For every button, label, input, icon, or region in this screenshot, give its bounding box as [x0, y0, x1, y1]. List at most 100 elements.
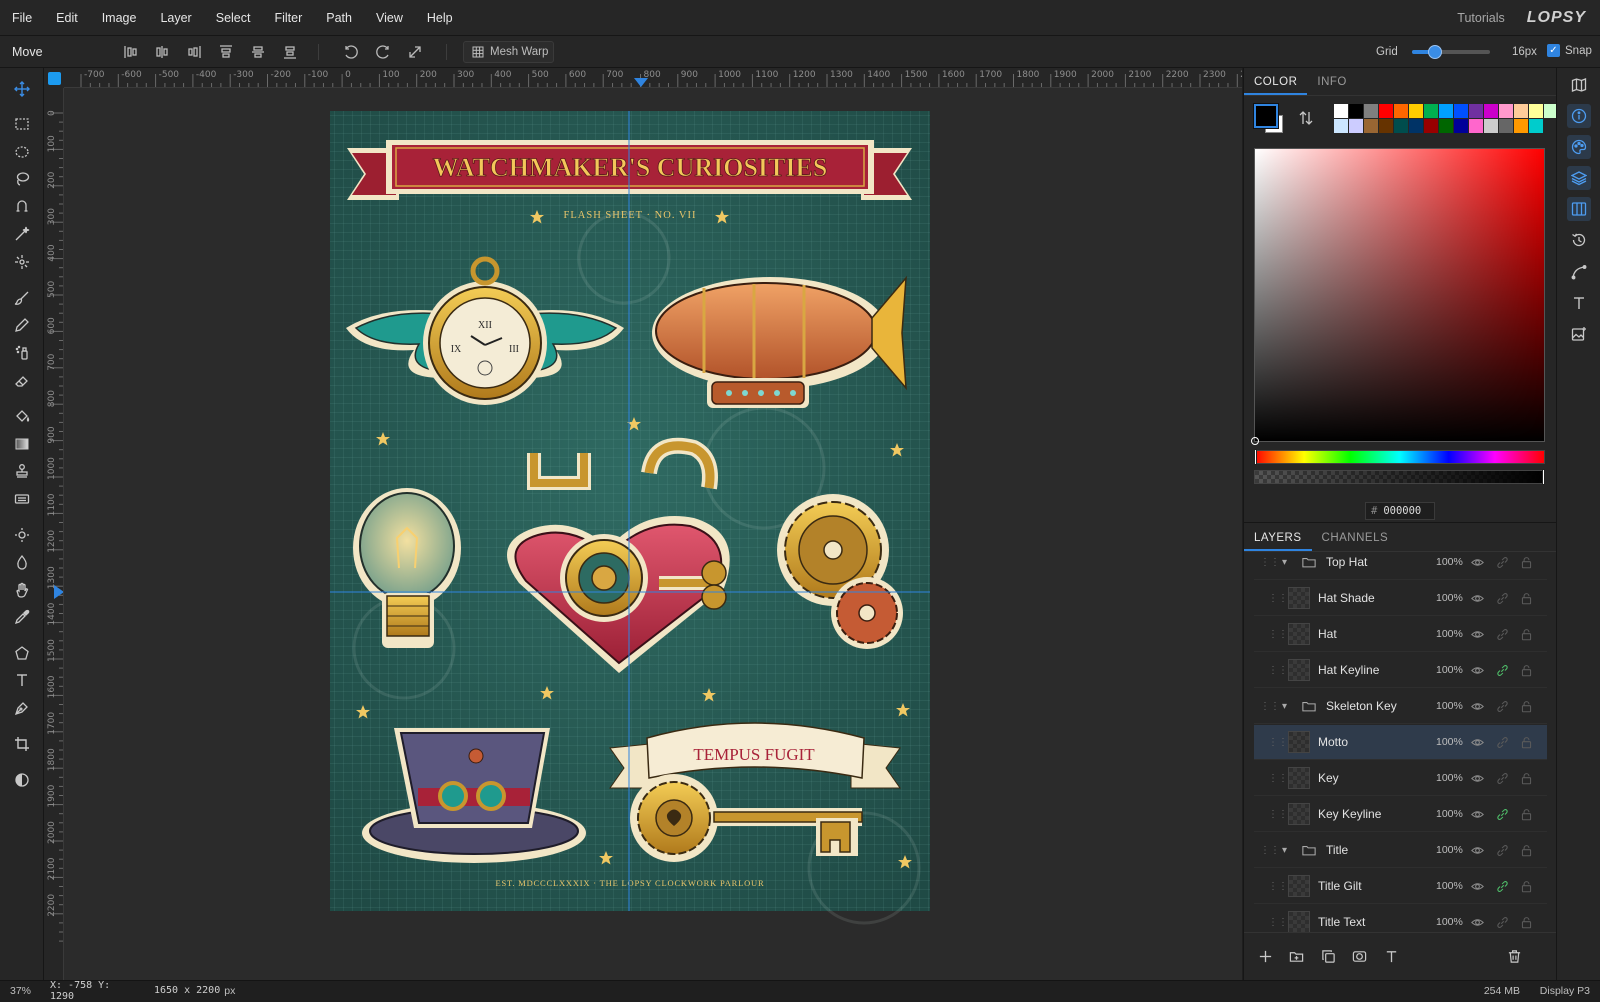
layer-row[interactable]: ⋮⋮ Hat Shade 100%	[1254, 581, 1547, 616]
mask-icon[interactable]	[1348, 945, 1370, 967]
layer-group-row[interactable]: ⋮⋮ ▾ Skeleton Key 100%	[1254, 689, 1547, 724]
link-icon[interactable]	[1495, 627, 1509, 641]
eye-icon[interactable]	[1470, 807, 1484, 821]
rotate-left-icon[interactable]	[341, 42, 361, 62]
info-icon[interactable]	[1567, 104, 1591, 128]
brush-icon[interactable]	[8, 285, 36, 311]
layer-group-row[interactable]: ⋮⋮ ▾ Top Hat 100%	[1254, 554, 1547, 580]
tab-info[interactable]: INFO	[1307, 68, 1356, 95]
layer-opacity[interactable]: 100%	[1436, 880, 1463, 892]
eye-icon[interactable]	[1470, 663, 1484, 677]
layer-thumbnail[interactable]	[1288, 659, 1310, 681]
drag-handle-icon[interactable]: ⋮⋮	[1268, 809, 1288, 820]
palette-icon[interactable]	[1567, 135, 1591, 159]
lock-icon[interactable]	[1519, 699, 1533, 713]
chevron-down-icon[interactable]: ▾	[1282, 557, 1294, 568]
align-right-icon[interactable]	[184, 42, 204, 62]
menu-view[interactable]: View	[364, 0, 415, 36]
lock-icon[interactable]	[1519, 627, 1533, 641]
layer-name[interactable]: Hat Keyline	[1318, 663, 1428, 677]
patch-icon[interactable]	[8, 486, 36, 512]
color-swatch[interactable]	[1394, 104, 1408, 118]
link-icon[interactable]	[1495, 699, 1509, 713]
channels-columns-icon[interactable]	[1567, 197, 1591, 221]
hue-slider-thumb[interactable]	[1254, 449, 1257, 465]
layer-row[interactable]: ⋮⋮ Motto 100%	[1254, 725, 1547, 760]
add-layer-icon[interactable]	[1254, 945, 1276, 967]
color-swatch[interactable]	[1349, 104, 1363, 118]
contrast-icon[interactable]	[8, 767, 36, 793]
layer-name[interactable]: Title Text	[1318, 915, 1428, 929]
menu-filter[interactable]: Filter	[262, 0, 314, 36]
blur-drop-icon[interactable]	[8, 549, 36, 575]
delete-layer-icon[interactable]	[1503, 945, 1525, 967]
eye-icon[interactable]	[1470, 843, 1484, 857]
stamp-icon[interactable]	[8, 458, 36, 484]
alpha-slider[interactable]	[1254, 469, 1545, 485]
chevron-down-icon[interactable]: ▾	[1282, 845, 1294, 856]
lock-icon[interactable]	[1519, 591, 1533, 605]
layer-opacity[interactable]: 100%	[1436, 808, 1463, 820]
spray-icon[interactable]	[8, 340, 36, 366]
color-swatch[interactable]	[1409, 104, 1423, 118]
canvas-area[interactable]: WATCHMAKER'S CURIOSITIES FLASH SHEET · N…	[64, 88, 1242, 980]
layer-group-row[interactable]: ⋮⋮ ▾ Title 100%	[1254, 833, 1547, 868]
color-swatch[interactable]	[1409, 119, 1423, 133]
drag-handle-icon[interactable]: ⋮⋮	[1268, 665, 1288, 676]
tab-layers[interactable]: LAYERS	[1244, 524, 1312, 551]
color-swatch[interactable]	[1484, 119, 1498, 133]
history-icon[interactable]	[1567, 228, 1591, 252]
color-swatch[interactable]	[1379, 119, 1393, 133]
alpha-slider-thumb[interactable]	[1542, 469, 1545, 485]
color-swatch[interactable]	[1454, 104, 1468, 118]
layer-thumbnail[interactable]	[1288, 731, 1310, 753]
drag-handle-icon[interactable]: ⋮⋮	[1268, 773, 1288, 784]
menu-help[interactable]: Help	[415, 0, 465, 36]
link-icon[interactable]	[1495, 555, 1509, 569]
gradient-icon[interactable]	[8, 431, 36, 457]
swap-colors-icon[interactable]	[1298, 110, 1314, 129]
align-left-icon[interactable]	[121, 42, 141, 62]
layer-row[interactable]: ⋮⋮ Hat Keyline 100%	[1254, 653, 1547, 688]
menu-layer[interactable]: Layer	[148, 0, 203, 36]
align-middle-v-icon[interactable]	[248, 42, 268, 62]
lock-icon[interactable]	[1519, 807, 1533, 821]
layer-opacity[interactable]: 100%	[1436, 628, 1463, 640]
eye-icon[interactable]	[1470, 915, 1484, 929]
snap-checkbox[interactable]: ✓	[1547, 44, 1560, 57]
color-swatch[interactable]	[1499, 119, 1513, 133]
menu-edit[interactable]: Edit	[44, 0, 90, 36]
align-top-icon[interactable]	[216, 42, 236, 62]
duplicate-layer-icon[interactable]	[1317, 945, 1339, 967]
layer-row[interactable]: ⋮⋮ Key 100%	[1254, 761, 1547, 796]
ruler-corner[interactable]	[44, 68, 64, 88]
mesh-warp-button[interactable]: Mesh Warp	[463, 41, 554, 63]
eraser-icon[interactable]	[8, 368, 36, 394]
picker-handle[interactable]	[1251, 437, 1259, 445]
layer-name[interactable]: Key Keyline	[1318, 807, 1428, 821]
hue-slider[interactable]	[1254, 449, 1545, 465]
quick-select-icon[interactable]	[8, 249, 36, 275]
grid-slider-thumb[interactable]	[1428, 45, 1443, 59]
menu-select[interactable]: Select	[204, 0, 263, 36]
crop-icon[interactable]	[8, 731, 36, 757]
pencil-icon[interactable]	[8, 312, 36, 338]
color-swatch[interactable]	[1514, 119, 1528, 133]
move-tool-icon[interactable]	[8, 76, 36, 102]
paths-curve-icon[interactable]	[1567, 260, 1591, 284]
layer-opacity[interactable]: 100%	[1436, 736, 1463, 748]
layer-name[interactable]: Top Hat	[1326, 555, 1436, 569]
layer-thumbnail[interactable]	[1288, 803, 1310, 825]
color-swatch[interactable]	[1514, 104, 1528, 118]
artboard[interactable]: WATCHMAKER'S CURIOSITIES FLASH SHEET · N…	[64, 88, 1242, 980]
foreground-color-swatch[interactable]	[1253, 103, 1279, 129]
lasso-icon[interactable]	[8, 166, 36, 192]
magic-wand-icon[interactable]	[8, 221, 36, 247]
layer-row[interactable]: ⋮⋮ Title Text 100%	[1254, 905, 1547, 932]
layer-name[interactable]: Key	[1318, 771, 1428, 785]
image-adjust-icon[interactable]	[1567, 322, 1591, 346]
zoom-level[interactable]: 37%	[10, 985, 40, 997]
color-swatch[interactable]	[1529, 119, 1543, 133]
magnetic-lasso-icon[interactable]	[8, 194, 36, 220]
drag-handle-icon[interactable]: ⋮⋮	[1268, 737, 1288, 748]
